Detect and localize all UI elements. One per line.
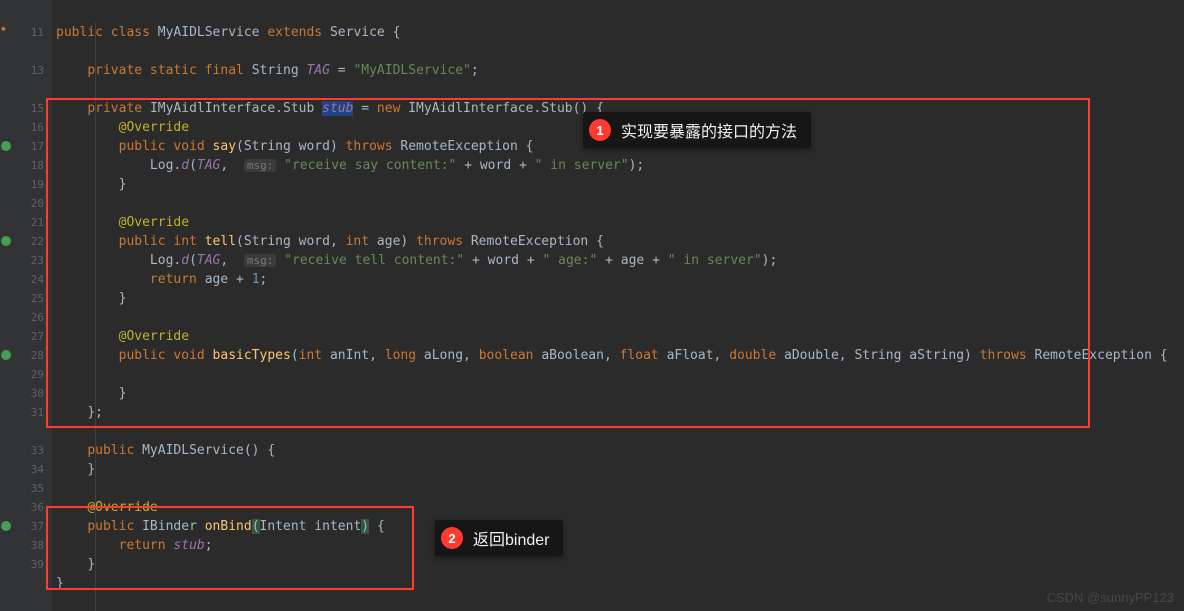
line-number: 28 <box>14 346 52 365</box>
line-number: 39 <box>14 555 52 574</box>
callout-2: 2 返回binder <box>435 520 563 556</box>
callout-text-1: 实现要暴露的接口的方法 <box>621 118 797 142</box>
code-line: public MyAIDLService() { <box>52 441 1184 460</box>
line-number: 35 <box>14 479 52 498</box>
line-number: 13 <box>14 61 52 80</box>
line-number: 33 <box>14 441 52 460</box>
code-line: public int tell(String word, int age) th… <box>52 232 1184 251</box>
code-line: Log.d(TAG, msg: "receive say content:" +… <box>52 156 1184 175</box>
line-number: 16 <box>14 118 52 137</box>
line-number: 24 <box>14 270 52 289</box>
code-line: }; <box>52 403 1184 422</box>
line-number: 26 <box>14 308 52 327</box>
code-line: } <box>52 289 1184 308</box>
indent-guide <box>95 22 96 611</box>
gutter-icon-strip: ◆ <box>0 0 14 611</box>
line-number: 22 <box>14 232 52 251</box>
line-number: 37 <box>14 517 52 536</box>
line-number <box>14 80 52 99</box>
line-number: 23 <box>14 251 52 270</box>
watermark: CSDN @sunnyPP123 <box>1047 590 1174 605</box>
line-number: 25 <box>14 289 52 308</box>
callout-1: 1 实现要暴露的接口的方法 <box>583 112 811 148</box>
code-line: private static final String TAG = "MyAID… <box>52 61 1184 80</box>
line-number <box>14 42 52 61</box>
line-number: 11 <box>14 23 52 42</box>
code-line: Log.d(TAG, msg: "receive tell content:" … <box>52 251 1184 270</box>
code-line: public class MyAIDLService extends Servi… <box>52 23 1184 42</box>
line-number-gutter: 11 13 15 16 17 18 19 20 21 22 23 24 25 2… <box>14 0 52 611</box>
override-marker-icon <box>1 236 11 246</box>
line-number: 29 <box>14 365 52 384</box>
code-editor[interactable]: ◆ 11 13 15 16 17 18 19 20 21 22 23 24 25… <box>0 0 1184 611</box>
code-line: @Override <box>52 498 1184 517</box>
line-number: 15 <box>14 99 52 118</box>
line-number <box>14 422 52 441</box>
code-line: } <box>52 175 1184 194</box>
code-line: public void basicTypes(int anInt, long a… <box>52 346 1184 365</box>
line-number: 18 <box>14 156 52 175</box>
callout-badge-1: 1 <box>589 119 611 141</box>
line-number: 17 <box>14 137 52 156</box>
line-number: 34 <box>14 460 52 479</box>
line-number <box>14 4 52 23</box>
line-number: 38 <box>14 536 52 555</box>
line-number: 36 <box>14 498 52 517</box>
override-marker-icon <box>1 521 11 531</box>
line-number: 21 <box>14 213 52 232</box>
callout-badge-2: 2 <box>441 527 463 549</box>
code-line: public IBinder onBind(Intent intent) { <box>52 517 1184 536</box>
line-number: 20 <box>14 194 52 213</box>
code-line: return age + 1; <box>52 270 1184 289</box>
code-content[interactable]: public class MyAIDLService extends Servi… <box>52 0 1184 611</box>
override-marker-icon <box>1 141 11 151</box>
line-number: 31 <box>14 403 52 422</box>
override-marker-icon <box>1 350 11 360</box>
line-number: 27 <box>14 327 52 346</box>
line-number: 19 <box>14 175 52 194</box>
code-line: return stub; <box>52 536 1184 555</box>
line-number <box>14 574 52 593</box>
code-line: } <box>52 555 1184 574</box>
code-line: } <box>52 384 1184 403</box>
callout-text-2: 返回binder <box>473 526 549 550</box>
line-number: 30 <box>14 384 52 403</box>
code-line: @Override <box>52 213 1184 232</box>
code-line: } <box>52 574 1184 593</box>
code-line: } <box>52 460 1184 479</box>
class-marker-icon: ◆ <box>1 24 11 34</box>
code-line: @Override <box>52 327 1184 346</box>
